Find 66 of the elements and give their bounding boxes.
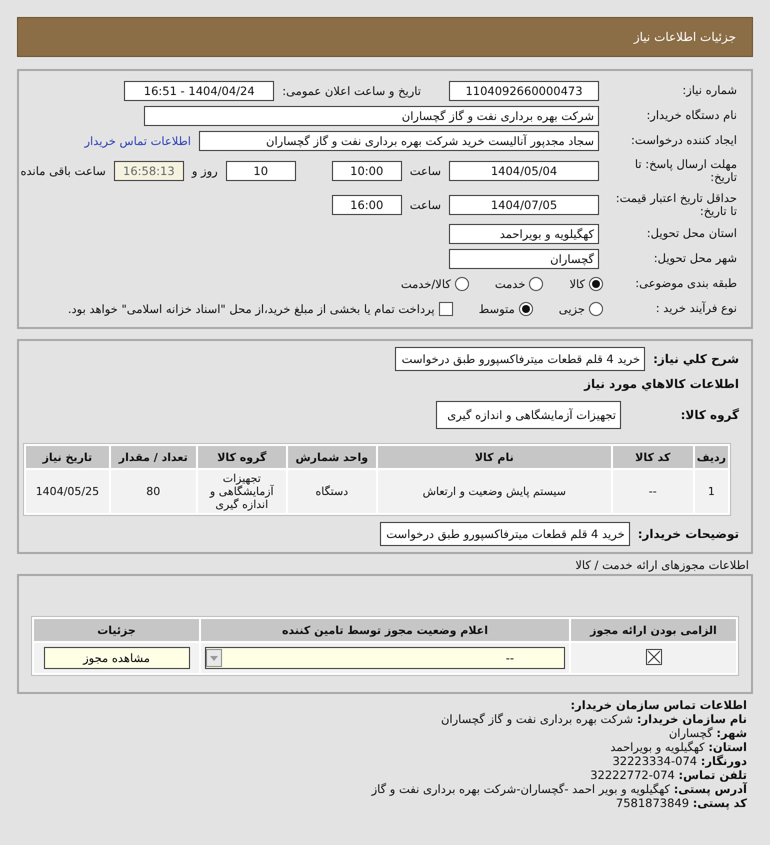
view-permit-button[interactable]: مشاهده مجوز xyxy=(44,647,190,669)
page-title: جزئیات اطلاعات نیاز xyxy=(634,30,736,44)
contact-line: نام سازمان خریدار: شرکت بهره برداری نفت و گاز گچساران xyxy=(440,712,747,726)
section-title: اطلاعات مجوزهای ارائه خدمت / کالا xyxy=(574,558,750,574)
column-header: اعلام وضعیت مجوز توسط تامین کننده xyxy=(201,619,569,641)
field-label: ایجاد کننده درخواست: xyxy=(630,134,737,148)
column-header: الزامی بودن ارائه مجوز xyxy=(571,619,736,641)
goods-group-field[interactable]: تجهیزات آزمایشگاهی و اندازه گیری xyxy=(436,401,621,429)
field-label: استان محل تحویل: xyxy=(646,227,737,241)
table-cell: 1 xyxy=(694,470,728,513)
field-label: شماره نیاز: xyxy=(681,84,737,98)
payment-checkbox[interactable]: پرداخت تمام یا بخشی از مبلغ خرید،از محل "اسناد خزانه اسلامی" خواهد بود. xyxy=(68,302,453,316)
column-header: تعداد / مقدار xyxy=(110,446,196,468)
radio-option[interactable]: کالا xyxy=(569,277,603,291)
announce-date-field[interactable]: 1404/04/24 - 16:51 xyxy=(124,81,274,101)
field-label: مهلت ارسال پاسخ: تا تاریخ: xyxy=(634,158,737,184)
radio-option[interactable]: جزیی xyxy=(558,302,603,316)
table-cell: -- xyxy=(612,470,693,513)
column-header: واحد شمارش xyxy=(288,446,376,468)
table-cell: 1404/05/25 xyxy=(26,470,109,513)
validity-date-field[interactable]: 1404/07/05 xyxy=(449,195,599,215)
status-dropdown[interactable]: -- xyxy=(205,647,565,669)
notes-field[interactable]: خرید 4 قلم قطعات میترفاکسپورو طبق درخواست xyxy=(380,522,630,546)
deadline-date-field[interactable]: 1404/05/04 xyxy=(449,161,599,181)
column-header: ردیف xyxy=(694,446,728,468)
field-label: نوع فرآیند خرید : xyxy=(654,302,737,316)
contact-line: استان: کهگیلویه و بویراحمد xyxy=(609,740,747,754)
radio-option[interactable]: متوسط xyxy=(478,302,533,316)
radio-option[interactable]: کالا/خدمت xyxy=(400,277,469,291)
field-label: نام دستگاه خریدار: xyxy=(645,109,737,123)
contact-line: آدرس پستی: کهگیلویه و بویر احمد -گچساران-شرکت بهره برداری نفت و گاز xyxy=(370,782,747,796)
days-field[interactable]: 10 xyxy=(226,161,296,181)
buyer-field[interactable]: شرکت بهره برداری نفت و گاز گچساران xyxy=(144,106,599,126)
field-label: ساعت باقی مانده xyxy=(20,164,106,178)
column-header: جزئیات xyxy=(34,619,199,641)
column-header: کد کالا xyxy=(612,446,693,468)
column-header: گروه کالا xyxy=(198,446,286,468)
summary-field[interactable]: خرید 4 قلم قطعات میترفاکسپورو طبق درخواست xyxy=(395,347,646,371)
province-field[interactable]: کهگیلویه و بویراحمد xyxy=(449,224,599,244)
city-field[interactable]: گچساران xyxy=(449,249,599,269)
field-label: طبقه بندی موضوعی: xyxy=(634,277,737,291)
field-label: توضیحات خریدار: xyxy=(638,527,739,541)
contact-title: اطلاعات تماس سازمان خریدار: xyxy=(569,698,747,712)
column-header: نام کالا xyxy=(378,446,611,468)
deadline-time-field[interactable]: 10:00 xyxy=(332,161,402,181)
buyer-contact-link[interactable]: اطلاعات تماس خریدار xyxy=(84,134,191,148)
table-cell: تجهیزات آزمایشگاهی و اندازه گیری xyxy=(198,470,286,513)
field-label: حداقل تاریخ اعتبار قیمت: تا تاریخ: xyxy=(614,192,737,218)
validity-time-field[interactable]: 16:00 xyxy=(332,195,402,215)
field-label: شهر محل تحویل: xyxy=(652,252,737,266)
field-label: تاریخ و ساعت اعلان عمومی: xyxy=(282,84,421,98)
field-label: ساعت xyxy=(410,198,441,212)
contact-line: شهر: گچساران xyxy=(668,726,747,740)
need-number-field[interactable]: 1104092660000473 xyxy=(449,81,599,101)
field-label: روز و xyxy=(192,164,218,178)
field-label: شرح كلي نياز: xyxy=(653,352,739,366)
section-title: اطلاعات كالاهاي مورد نياز xyxy=(582,377,739,391)
table-cell: 80 xyxy=(110,470,196,513)
field-label: گروه کالا: xyxy=(680,408,739,422)
field-label: ساعت xyxy=(410,164,441,178)
table-cell: دستگاه xyxy=(288,470,376,513)
table-cell: سیستم پایش وضعیت و ارتعاش xyxy=(378,470,611,513)
remaining-time-field: 16:58:13 xyxy=(114,161,184,181)
radio-option[interactable]: خدمت xyxy=(494,277,544,291)
creator-field[interactable]: سجاد مجدپور آنالیست خرید شرکت بهره برداری نفت و گاز گچساران xyxy=(199,131,599,151)
column-header: تاریخ نیاز xyxy=(26,446,109,468)
